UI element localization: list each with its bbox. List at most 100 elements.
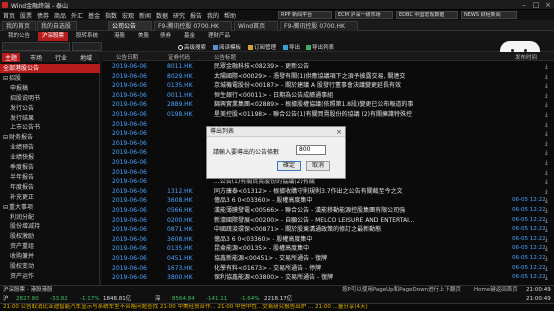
cell-title[interactable]: 中國疏浚環保<00871> - 關於股東溝通政策的修訂之最新動態: [214, 225, 514, 234]
tree-item[interactable]: ⊟重大事项: [0, 203, 100, 212]
table-row[interactable]: 2019-06-06 0451.HK 協鑫新能源<00451> - 交易所通告 - …: [102, 254, 554, 263]
tree-item[interactable]: ⊟财务报告: [0, 133, 100, 142]
table-row[interactable]: 2019-06-06 0011.HK 恒生銀行<00011> - 日期為公告成績通事…: [102, 91, 554, 100]
download-icon[interactable]: ⤓: [545, 148, 551, 157]
download-icon[interactable]: ⤓: [545, 139, 551, 148]
download-icon[interactable]: ⤓: [545, 72, 551, 81]
subtab[interactable]: 沪深股票: [38, 32, 69, 41]
maximize-button[interactable]: □: [530, 0, 542, 10]
tree-item[interactable]: 发行结果: [0, 114, 100, 123]
tab-wind-home[interactable]: Wind首页: [234, 21, 278, 31]
menu-item[interactable]: 我的: [207, 11, 219, 20]
cell-title[interactable]: 新濠國際發展<00200> - 自願公告 - MELCO LEISURE AND…: [214, 216, 514, 225]
download-icon[interactable]: ⤓: [545, 168, 551, 177]
tree-item[interactable]: 发行公告: [0, 104, 100, 113]
tab-home[interactable]: 我的首页: [2, 21, 36, 31]
close-button[interactable]: ×: [542, 0, 554, 10]
download-icon[interactable]: ⤓: [545, 254, 551, 263]
table-row[interactable]: 2019-06-06 3800.HK 保利協鑫能源<03800> - 交易所通告 -…: [102, 273, 554, 282]
column-header-code[interactable]: 证券代码: [168, 53, 190, 61]
table-row[interactable]: 2019-06-06 8011.HK 民眾金融科技<08239> - 更新公告 ⤓: [102, 62, 554, 71]
download-icon[interactable]: ⤓: [545, 206, 551, 215]
menu-item[interactable]: 研究: [173, 11, 185, 20]
cell-title[interactable]: 億品3 6 0<03360> - 股權高度集中: [214, 196, 514, 205]
table-row[interactable]: 2019-06-06 0200.HK 新濠國際發展<00200> - 自願公告 - …: [102, 216, 554, 225]
menu-item[interactable]: 基金: [88, 11, 100, 20]
download-icon[interactable]: ⤓: [545, 158, 551, 167]
subtab[interactable]: 理财产品: [204, 32, 234, 41]
collapse-icon[interactable]: ⊟: [3, 204, 8, 211]
table-row[interactable]: 2019-06-06 3608.HK 億品3 6 0<03360> - 股權高度集中…: [102, 196, 554, 205]
download-icon[interactable]: ⤓: [545, 216, 551, 225]
subtab[interactable]: 美股: [134, 32, 153, 41]
table-row[interactable]: 2019-06-06 2889.HK 錦興實業集團<02889> - 根據股權協議(…: [102, 100, 554, 109]
tree-item[interactable]: 上市公告书: [0, 123, 100, 132]
menu-item[interactable]: 数据: [156, 11, 168, 20]
table-row[interactable]: 2019-06-06 8029.HK 太陽國際<00029> - 憑發有關(1)供應…: [102, 72, 554, 81]
tree-item[interactable]: 招股说明书: [0, 94, 100, 103]
download-icon[interactable]: ⤓: [545, 273, 551, 282]
category-tab-market[interactable]: 市场: [30, 53, 42, 62]
cell-title[interactable]: 民眾金融科技<08239> - 更新公告: [214, 62, 514, 71]
tree-item[interactable]: 资产重组: [0, 242, 100, 251]
download-icon[interactable]: ⤓: [545, 235, 551, 244]
menu-item[interactable]: 指数: [105, 11, 117, 20]
tree-item[interactable]: 年度报告: [0, 183, 100, 192]
download-icon[interactable]: ⤓: [545, 81, 551, 90]
table-row[interactable]: 2019-06-06 0135.HK 京城機電股份<00187> - 關於建議 A …: [102, 81, 554, 90]
tree-item[interactable]: 全部港股公告: [0, 64, 100, 73]
cell-title[interactable]: 保利協鑫能源<03800> - 交易所通告 - 復牌: [214, 273, 514, 282]
reading-template-button[interactable]: 阅读模板: [213, 43, 241, 51]
tree-item[interactable]: 利润分配: [0, 213, 100, 222]
cell-title[interactable]: 錦興實業集團<02889> - 根據股權協議(依照第1.8段)變更已公布報道的事: [214, 100, 514, 109]
tree-item[interactable]: 半年报告: [0, 173, 100, 182]
table-row[interactable]: 2019-06-06 1312.HK 同方康泰<01312> - 根據收購守則規則3…: [102, 187, 554, 196]
tree-item[interactable]: 季度报告: [0, 163, 100, 172]
count-input[interactable]: 800: [296, 145, 326, 155]
export-button[interactable]: 导出: [283, 43, 300, 51]
download-icon[interactable]: ⤓: [545, 120, 551, 129]
cell-title[interactable]: 太陽國際<00029> - 憑發有關(1)供應協議項下之須予披露交易, 關連交: [214, 72, 514, 81]
cancel-button[interactable]: 取消: [306, 161, 330, 171]
advanced-search-button[interactable]: 高级搜索: [178, 43, 206, 51]
news-ticker[interactable]: 21:00 公告取消比亚迪智能汽车显示与系统车型不合格问题查找 21:00 中美…: [0, 303, 554, 311]
download-icon[interactable]: ⤓: [545, 100, 551, 109]
cell-title[interactable]: 京城機電股份<00187> - 關於建議 A 股發行董事會決議變更延長有效: [214, 81, 514, 90]
download-icon[interactable]: ⤓: [545, 244, 551, 253]
collapse-icon[interactable]: ⊟: [3, 75, 8, 82]
download-icon[interactable]: ⤓: [545, 129, 551, 138]
confirm-button[interactable]: 確定: [277, 161, 301, 171]
cell-title[interactable]: 同方康泰<01312> - 根據收購守則規則3.7作出之公告有關截至今之文: [214, 187, 514, 196]
download-icon[interactable]: ⤓: [545, 91, 551, 100]
minimize-button[interactable]: –: [518, 0, 530, 10]
cell-title[interactable]: 漢能薄膜發電<00566> - 聯合公告 - 漢能移動能源控股集團有限公司強: [214, 206, 514, 215]
tree-item[interactable]: ⊟招股: [0, 74, 100, 83]
download-icon[interactable]: ⤓: [545, 62, 551, 71]
tree-item[interactable]: 申报稿: [0, 84, 100, 93]
command-field[interactable]: NEWS 财经新闻: [461, 11, 517, 19]
dialog-close-button[interactable]: ×: [333, 127, 345, 137]
column-header-time[interactable]: 发布时间: [515, 53, 537, 61]
menu-item[interactable]: 股票: [20, 11, 32, 20]
menu-item[interactable]: 新闻: [139, 11, 151, 20]
subtab[interactable]: 债券: [156, 32, 175, 41]
category-tab-region[interactable]: 地域: [80, 53, 92, 62]
command-field[interactable]: EDBC 中国宏观数据: [396, 11, 458, 19]
cell-title[interactable]: 恒生銀行<00011> - 日期為公告成績通事組: [214, 91, 514, 100]
menu-item[interactable]: 商品: [54, 11, 66, 20]
tab-f9[interactable]: F9-腾讯控股 0700.HK: [154, 21, 232, 31]
column-header-title[interactable]: 公告标题: [214, 53, 236, 61]
subscription-button[interactable]: 订阅管理: [248, 43, 276, 51]
tree-item[interactable]: 股权变动: [0, 262, 100, 271]
download-icon[interactable]: ⤓: [545, 177, 551, 186]
table-row[interactable]: 2019-06-06 3608.HK 億品3 6 0<03360> - 股權高度集中…: [102, 235, 554, 244]
tab-announcements[interactable]: 公司公告: [108, 21, 152, 31]
search-box[interactable]: [2, 42, 70, 51]
tree-item[interactable]: 收购兼并: [0, 252, 100, 261]
tree-item[interactable]: 股权激励: [0, 232, 100, 241]
menu-item[interactable]: 帮助: [224, 11, 236, 20]
menu-item[interactable]: 首页: [3, 11, 15, 20]
category-tab-industry[interactable]: 行业: [55, 53, 67, 62]
table-row[interactable]: 2019-06-06 0566.HK 漢能薄膜發電<00566> - 聯合公告 - …: [102, 206, 554, 215]
cell-title[interactable]: 星美控股<01198> - 聯合公告(1)有關買賣股份的協議 (2)有關擁護特殊…: [214, 110, 514, 119]
